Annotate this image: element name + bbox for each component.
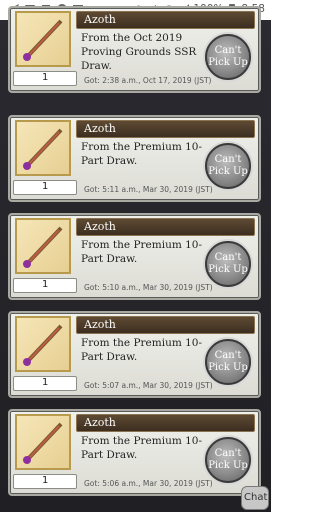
item-thumbnail — [15, 316, 71, 372]
item-description: From the Premium 10-Part Draw. — [81, 239, 203, 265]
item-name: Azoth — [84, 122, 116, 135]
item-name: Azoth — [84, 220, 116, 233]
quantity-value: 1 — [42, 475, 49, 486]
pickup-label: Can't Pick Up — [208, 45, 248, 68]
item-description: From the Premium 10-Part Draw. — [81, 435, 203, 461]
item-thumbnail — [15, 11, 71, 67]
obtained-time: Got: 5:06 a.m., Mar 30, 2019 (JST) — [84, 479, 213, 488]
quantity-box: 1 — [13, 180, 77, 195]
item-name: Azoth — [84, 416, 116, 429]
item-name: Azoth — [84, 318, 116, 331]
obtained-time: Got: 5:07 a.m., Mar 30, 2019 (JST) — [84, 381, 213, 390]
item-description: From the Premium 10-Part Draw. — [81, 337, 203, 363]
item-name: Azoth — [84, 13, 116, 26]
quantity-value: 1 — [42, 377, 49, 388]
list-item: Azoth From the Premium 10-Part Draw. 1 G… — [8, 311, 261, 398]
card-header: Azoth — [76, 414, 255, 432]
card-header: Azoth — [76, 120, 255, 138]
pickup-button[interactable]: Can't Pick Up — [205, 34, 251, 80]
list-item: Azoth From the Oct 2019 Proving Grounds … — [8, 6, 261, 93]
pickup-button[interactable]: Can't Pick Up — [205, 143, 251, 189]
spear-icon — [23, 422, 63, 464]
quantity-value: 1 — [42, 72, 49, 83]
pickup-label: Can't Pick Up — [208, 252, 248, 275]
obtained-time: Got: 5:10 a.m., Mar 30, 2019 (JST) — [84, 283, 213, 292]
list-item: Azoth From the Premium 10-Part Draw. 1 G… — [8, 409, 261, 496]
card-header: Azoth — [76, 11, 255, 29]
item-thumbnail — [15, 414, 71, 470]
obtained-time: Got: 5:11 a.m., Mar 30, 2019 (JST) — [84, 185, 213, 194]
list-item: Azoth From the Premium 10-Part Draw. 1 G… — [8, 213, 261, 300]
spear-icon — [23, 226, 63, 268]
pickup-label: Can't Pick Up — [208, 154, 248, 177]
spear-icon — [23, 19, 63, 61]
pickup-button[interactable]: Can't Pick Up — [205, 339, 251, 385]
spear-icon — [23, 324, 63, 366]
quantity-value: 1 — [42, 181, 49, 192]
quantity-box: 1 — [13, 71, 77, 86]
item-thumbnail — [15, 120, 71, 176]
item-list[interactable]: Azoth From the Oct 2019 Proving Grounds … — [0, 6, 271, 512]
quantity-box: 1 — [13, 474, 77, 489]
chat-label: Chat — [244, 492, 268, 503]
item-thumbnail — [15, 218, 71, 274]
item-description: From the Premium 10-Part Draw. — [81, 141, 203, 167]
obtained-time: Got: 2:38 a.m., Oct 17, 2019 (JST) — [84, 76, 212, 85]
chat-button[interactable]: Chat — [241, 486, 269, 510]
item-description: From the Oct 2019 Proving Grounds SSR Dr… — [81, 32, 197, 72]
spear-icon — [23, 128, 63, 170]
card-header: Azoth — [76, 218, 255, 236]
pickup-label: Can't Pick Up — [208, 448, 248, 471]
quantity-box: 1 — [13, 278, 77, 293]
pickup-button[interactable]: Can't Pick Up — [205, 437, 251, 483]
card-header: Azoth — [76, 316, 255, 334]
quantity-value: 1 — [42, 279, 49, 290]
pickup-label: Can't Pick Up — [208, 350, 248, 373]
pickup-button[interactable]: Can't Pick Up — [205, 241, 251, 287]
list-item: Azoth From the Premium 10-Part Draw. 1 G… — [8, 115, 261, 202]
quantity-box: 1 — [13, 376, 77, 391]
